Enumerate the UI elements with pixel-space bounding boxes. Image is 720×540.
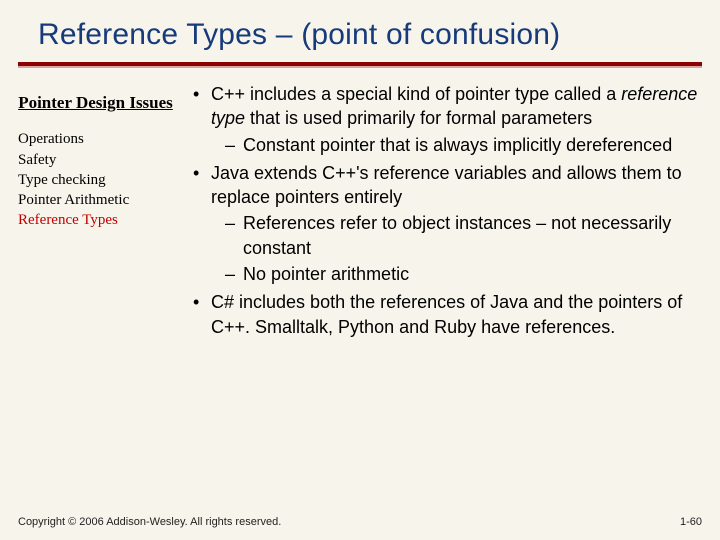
bullet-text: C++ includes a special kind of pointer t… bbox=[211, 84, 621, 104]
sidebar-item: Type checking bbox=[18, 170, 173, 190]
copyright-footer: Copyright © 2006 Addison-Wesley. All rig… bbox=[18, 516, 281, 528]
sidebar-item: Operations bbox=[18, 129, 173, 149]
sidebar-heading: Pointer Design Issues bbox=[18, 92, 173, 113]
sub-bullet-item: No pointer arithmetic bbox=[211, 262, 698, 286]
bullet-text: C# includes both the references of Java … bbox=[211, 292, 682, 336]
bullet-text: that is used primarily for formal parame… bbox=[250, 108, 592, 128]
sub-bullet-item: References refer to object instances – n… bbox=[211, 211, 698, 260]
main-content: C++ includes a special kind of pointer t… bbox=[179, 82, 708, 343]
sidebar-item: Reference Types bbox=[18, 210, 173, 230]
sidebar: Pointer Design Issues OperationsSafetyTy… bbox=[12, 82, 179, 231]
sub-bullet-item: Constant pointer that is always implicit… bbox=[211, 133, 698, 157]
sidebar-item: Safety bbox=[18, 150, 173, 170]
sidebar-item: Pointer Arithmetic bbox=[18, 190, 173, 210]
slide-title: Reference Types – (point of confusion) bbox=[0, 0, 720, 62]
bullet-item: Java extends C++'s reference variables a… bbox=[185, 161, 698, 286]
bullet-item: C# includes both the references of Java … bbox=[185, 290, 698, 339]
page-number: 1-60 bbox=[680, 516, 702, 528]
bullet-text: Java extends C++'s reference variables a… bbox=[211, 163, 682, 207]
slide-body: Pointer Design Issues OperationsSafetyTy… bbox=[0, 68, 720, 343]
bullet-item: C++ includes a special kind of pointer t… bbox=[185, 82, 698, 157]
